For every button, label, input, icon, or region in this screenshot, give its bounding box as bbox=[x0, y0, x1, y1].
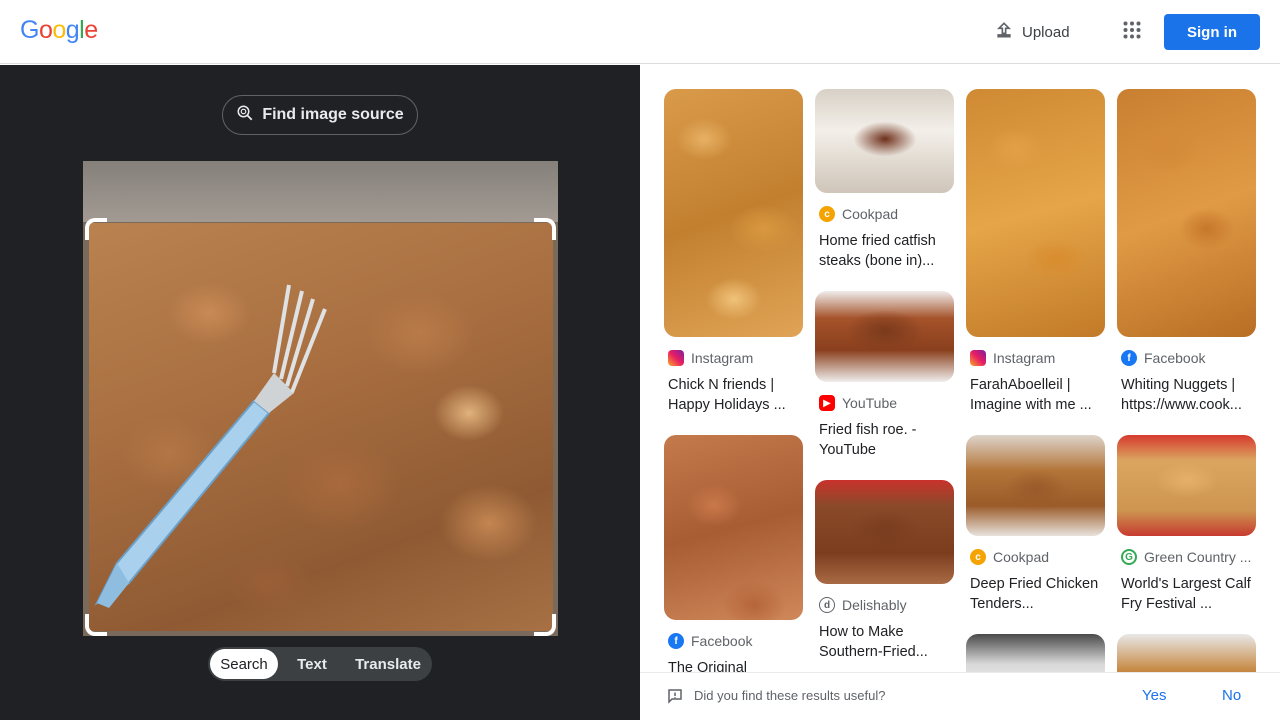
find-image-source-label: Find image source bbox=[262, 106, 404, 123]
result-source: f Facebook bbox=[1117, 349, 1256, 367]
feedback-icon bbox=[667, 688, 683, 709]
results-column: f Facebook Whiting Nuggets | https://www… bbox=[1117, 89, 1256, 672]
upload-label: Upload bbox=[1022, 23, 1070, 41]
result-source: f Facebook bbox=[664, 632, 803, 650]
google-logo[interactable]: Google bbox=[20, 16, 98, 45]
result-thumbnail[interactable] bbox=[966, 634, 1105, 672]
apps-button[interactable] bbox=[1114, 14, 1150, 50]
cropped-image-area[interactable] bbox=[89, 223, 553, 631]
query-image[interactable] bbox=[83, 161, 558, 636]
instagram-icon bbox=[668, 350, 684, 366]
result-title[interactable]: The Original bbox=[664, 658, 803, 672]
feedback-yes-button[interactable]: Yes bbox=[1142, 687, 1166, 704]
logo-letter: o bbox=[38, 16, 53, 44]
result-title[interactable]: Deep Fried Chicken Tenders... bbox=[966, 574, 1105, 614]
result-title[interactable]: Fried fish roe. - YouTube bbox=[815, 420, 954, 460]
mode-search-tab[interactable]: Search bbox=[210, 649, 278, 679]
result-thumbnail[interactable] bbox=[1117, 634, 1256, 672]
result-card[interactable] bbox=[966, 634, 1105, 672]
top-bar: Google Upload Sign in bbox=[0, 0, 1280, 64]
result-card[interactable]: G Green Country ... World's Largest Calf… bbox=[1117, 435, 1256, 614]
source-name: Green Country ... bbox=[1144, 549, 1252, 565]
visual-matches-grid: Instagram Chick N friends | Happy Holida… bbox=[640, 65, 1280, 672]
logo-letter: G bbox=[20, 16, 39, 44]
sign-in-button[interactable]: Sign in bbox=[1164, 14, 1260, 50]
results-column: c Cookpad Home fried catfish steaks (bon… bbox=[815, 89, 954, 672]
result-title[interactable]: World's Largest Calf Fry Festival ... bbox=[1117, 574, 1256, 614]
find-image-source-button[interactable]: Find image source bbox=[222, 95, 418, 135]
result-source: G Green Country ... bbox=[1117, 548, 1256, 566]
youtube-icon: ▶ bbox=[819, 395, 835, 411]
result-source: Instagram bbox=[664, 349, 803, 367]
facebook-icon: f bbox=[1121, 350, 1137, 366]
result-thumbnail[interactable] bbox=[1117, 89, 1256, 337]
logo-letter: g bbox=[65, 16, 80, 44]
result-title[interactable]: How to Make Southern-Fried... bbox=[815, 622, 954, 662]
delishably-icon: d bbox=[819, 597, 835, 613]
result-source: c Cookpad bbox=[966, 548, 1105, 566]
source-name: Instagram bbox=[691, 350, 754, 366]
source-name: Facebook bbox=[691, 633, 753, 649]
result-card[interactable]: Instagram FarahAboelleil | Imagine with … bbox=[966, 89, 1105, 415]
feedback-bar: Did you find these results useful? Yes N… bbox=[640, 672, 1280, 720]
result-title[interactable]: Home fried catfish steaks (bone in)... bbox=[815, 231, 954, 271]
lens-mode-switch: Search Text Translate bbox=[208, 647, 432, 681]
result-thumbnail[interactable] bbox=[664, 89, 803, 337]
cookpad-icon: c bbox=[819, 206, 835, 222]
green-country-icon: G bbox=[1121, 549, 1137, 565]
query-image-panel: Find image source Search Text Translate bbox=[0, 65, 640, 720]
result-title[interactable]: Whiting Nuggets | https://www.cook... bbox=[1117, 375, 1256, 415]
logo-letter: e bbox=[84, 16, 98, 44]
crop-handle-bottom-left[interactable] bbox=[85, 614, 107, 636]
result-thumbnail[interactable] bbox=[966, 89, 1105, 337]
source-name: Cookpad bbox=[842, 206, 899, 222]
result-card[interactable]: c Cookpad Home fried catfish steaks (bon… bbox=[815, 89, 954, 271]
crop-handle-bottom-right[interactable] bbox=[534, 614, 556, 636]
crop-handle-top-right[interactable] bbox=[534, 218, 556, 240]
cookpad-icon: c bbox=[970, 549, 986, 565]
upload-icon bbox=[994, 20, 1014, 44]
crop-handle-top-left[interactable] bbox=[85, 218, 107, 240]
result-card[interactable] bbox=[1117, 634, 1256, 672]
source-name: Facebook bbox=[1144, 350, 1206, 366]
feedback-no-button[interactable]: No bbox=[1222, 687, 1241, 704]
results-column: Instagram Chick N friends | Happy Holida… bbox=[664, 89, 803, 672]
result-card[interactable]: d Delishably How to Make Southern-Fried.… bbox=[815, 480, 954, 662]
fork-illustration bbox=[94, 284, 327, 608]
upload-button[interactable]: Upload bbox=[984, 14, 1080, 50]
result-source: ▶ YouTube bbox=[815, 394, 954, 412]
source-name: Instagram bbox=[993, 350, 1056, 366]
result-thumbnail[interactable] bbox=[815, 291, 954, 382]
result-thumbnail[interactable] bbox=[966, 435, 1105, 536]
result-thumbnail[interactable] bbox=[815, 480, 954, 584]
result-card[interactable]: Instagram Chick N friends | Happy Holida… bbox=[664, 89, 803, 415]
source-name: Cookpad bbox=[993, 549, 1050, 565]
image-outside-crop bbox=[83, 161, 558, 222]
result-title[interactable]: Chick N friends | Happy Holidays ... bbox=[664, 375, 803, 415]
result-card[interactable]: c Cookpad Deep Fried Chicken Tenders... bbox=[966, 435, 1105, 614]
result-source: d Delishably bbox=[815, 596, 954, 614]
mode-translate-tab[interactable]: Translate bbox=[346, 649, 430, 679]
image-search-icon bbox=[236, 104, 254, 127]
facebook-icon: f bbox=[668, 633, 684, 649]
result-thumbnail[interactable] bbox=[1117, 435, 1256, 536]
result-thumbnail[interactable] bbox=[664, 435, 803, 620]
result-source: c Cookpad bbox=[815, 205, 954, 223]
feedback-question: Did you find these results useful? bbox=[694, 688, 886, 703]
result-card[interactable]: ▶ YouTube Fried fish roe. - YouTube bbox=[815, 291, 954, 460]
result-title[interactable]: FarahAboelleil | Imagine with me ... bbox=[966, 375, 1105, 415]
grid-icon bbox=[1123, 21, 1141, 44]
source-name: YouTube bbox=[842, 395, 898, 411]
result-thumbnail[interactable] bbox=[815, 89, 954, 193]
mode-text-tab[interactable]: Text bbox=[278, 649, 346, 679]
source-name: Delishably bbox=[842, 597, 907, 613]
result-card[interactable]: f Facebook Whiting Nuggets | https://www… bbox=[1117, 89, 1256, 415]
result-source: Instagram bbox=[966, 349, 1105, 367]
instagram-icon bbox=[970, 350, 986, 366]
result-card[interactable]: f Facebook The Original bbox=[664, 435, 803, 672]
results-column: Instagram FarahAboelleil | Imagine with … bbox=[966, 89, 1105, 672]
logo-letter: o bbox=[52, 16, 66, 44]
